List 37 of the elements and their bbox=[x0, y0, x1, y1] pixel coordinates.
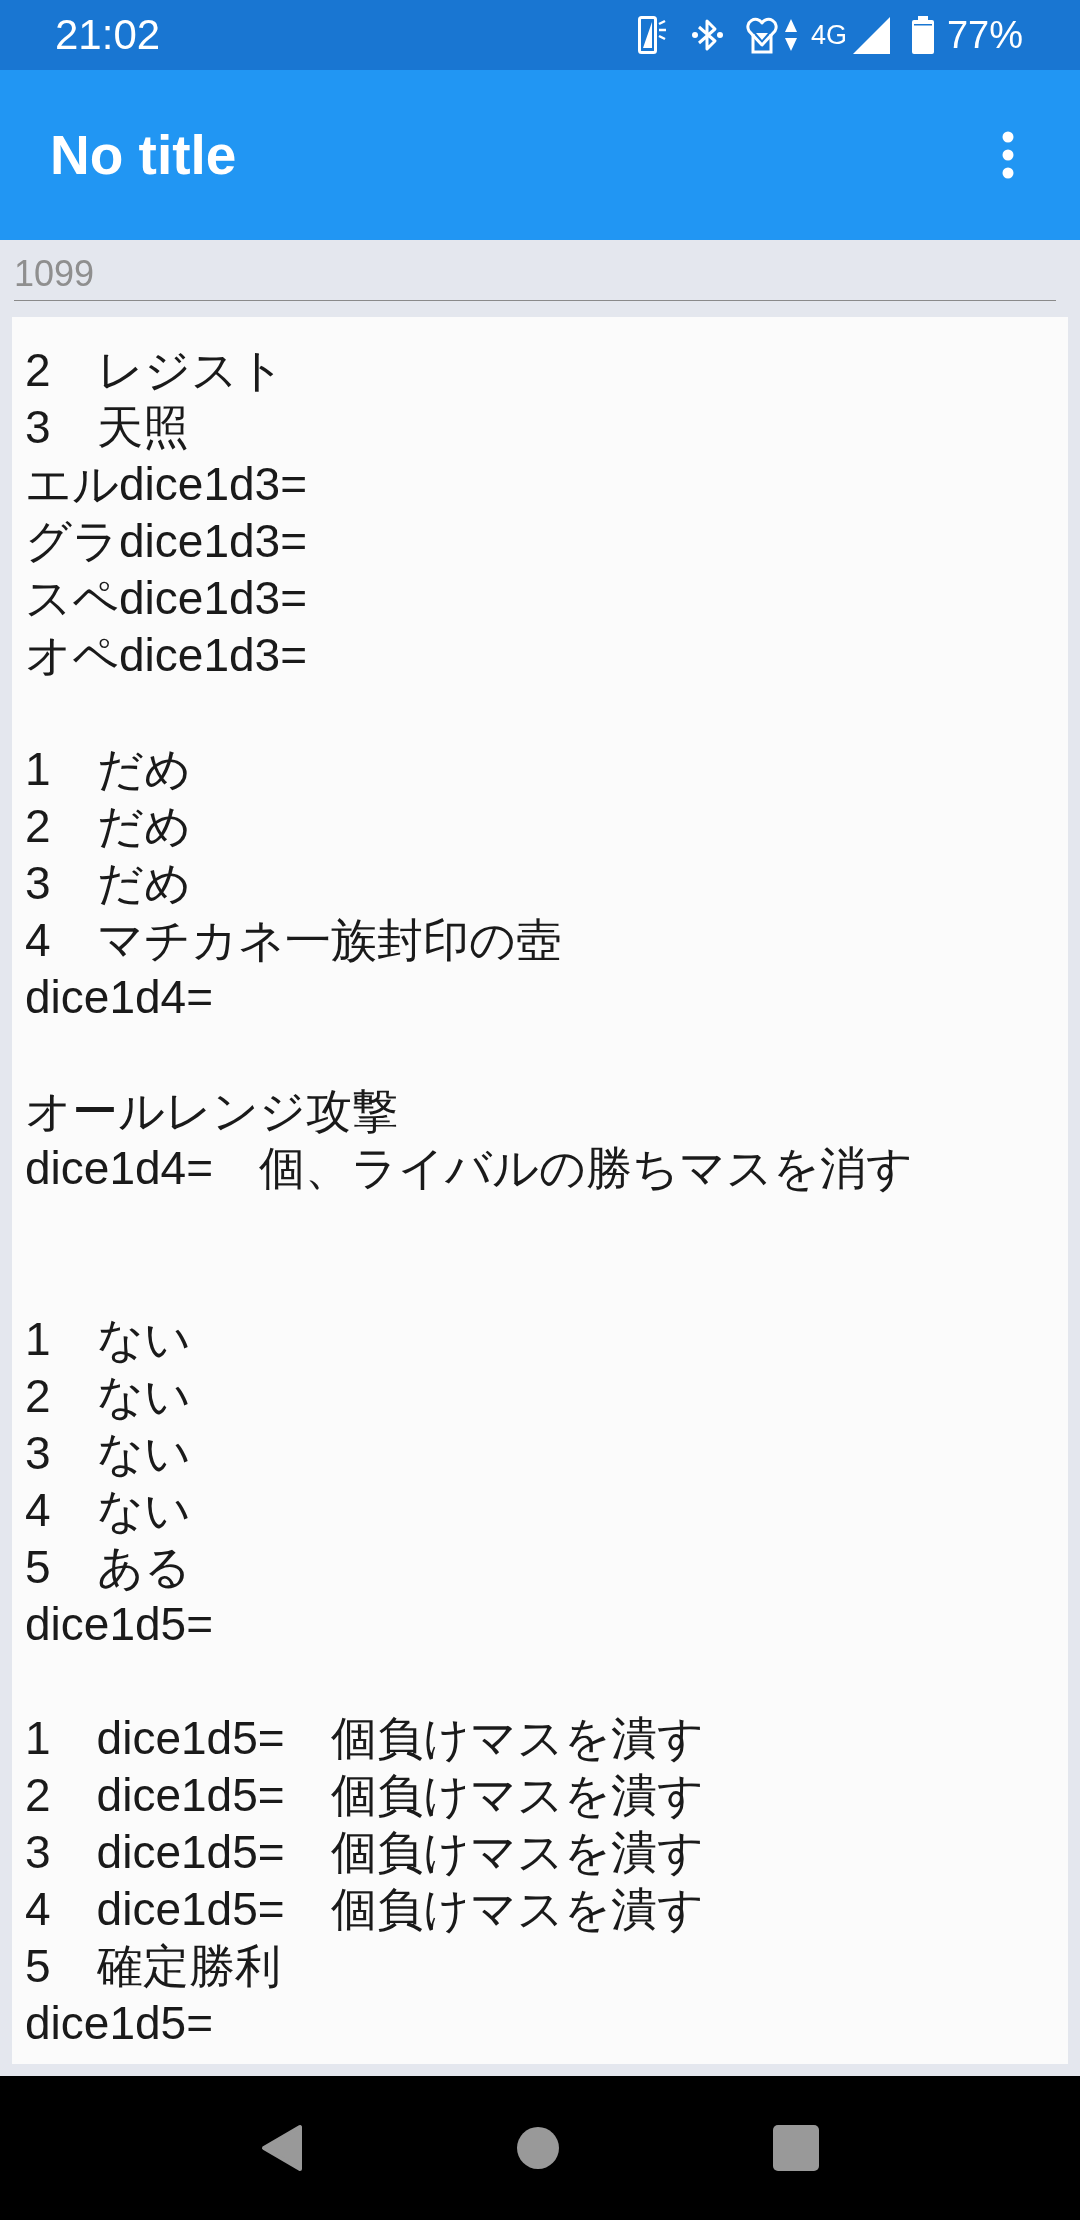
text-line: 1 dice1d5= 個負けマスを潰す bbox=[25, 1711, 704, 1766]
text-line: 2 ない bbox=[25, 1369, 191, 1424]
text-line: 2 レジスト bbox=[25, 343, 285, 398]
text-line: 5 確定勝利 bbox=[25, 1939, 281, 1994]
text-line: 2 dice1d5= 個負けマスを潰す bbox=[25, 1768, 704, 1823]
text-line: 3 だめ bbox=[25, 856, 191, 911]
text-line: 4 ない bbox=[25, 1483, 191, 1538]
text-line: 4 マチカネ一族封印の壺 bbox=[25, 913, 562, 968]
clock: 21:02 bbox=[55, 14, 161, 56]
network-type: 4G bbox=[810, 21, 847, 49]
phone-heart-icon bbox=[743, 16, 780, 54]
input-field[interactable]: 1099 bbox=[14, 248, 1056, 301]
phone-rays-icon bbox=[637, 16, 667, 54]
signal-icon bbox=[852, 16, 890, 54]
text-line: dice1d5= bbox=[25, 1597, 213, 1652]
text-line: 3 天照 bbox=[25, 400, 189, 455]
text-line: オペdice1d3= bbox=[25, 628, 307, 683]
text-line: 2 だめ bbox=[25, 799, 191, 854]
text-line: dice1d4= 個、ライバルの勝ちマスを消す bbox=[25, 1141, 913, 1196]
text-line: 4 dice1d5= 個負けマスを潰す bbox=[25, 1882, 704, 1937]
app-title: No title bbox=[50, 127, 237, 183]
text-line: オールレンジ攻撃 bbox=[25, 1084, 398, 1139]
text-line: 3 ない bbox=[25, 1426, 191, 1481]
back-icon[interactable] bbox=[261, 2124, 303, 2172]
text-line: エルdice1d3= bbox=[25, 457, 307, 512]
text-line: 1 ない bbox=[25, 1312, 191, 1367]
text-line: スペdice1d3= bbox=[25, 571, 307, 626]
text-line: dice1d4= bbox=[25, 970, 213, 1025]
text-line: 5 ある bbox=[25, 1540, 191, 1595]
text-line: 3 dice1d5= 個負けマスを潰す bbox=[25, 1825, 704, 1880]
battery-icon bbox=[911, 16, 934, 54]
text-line: 1 だめ bbox=[25, 742, 191, 797]
text-line: dice1d5= bbox=[25, 1996, 213, 2051]
overflow-menu-icon[interactable] bbox=[1001, 131, 1015, 179]
home-icon[interactable] bbox=[517, 2127, 559, 2169]
battery-percent: 77% bbox=[946, 16, 1023, 54]
text-line: グラdice1d3= bbox=[25, 514, 307, 569]
